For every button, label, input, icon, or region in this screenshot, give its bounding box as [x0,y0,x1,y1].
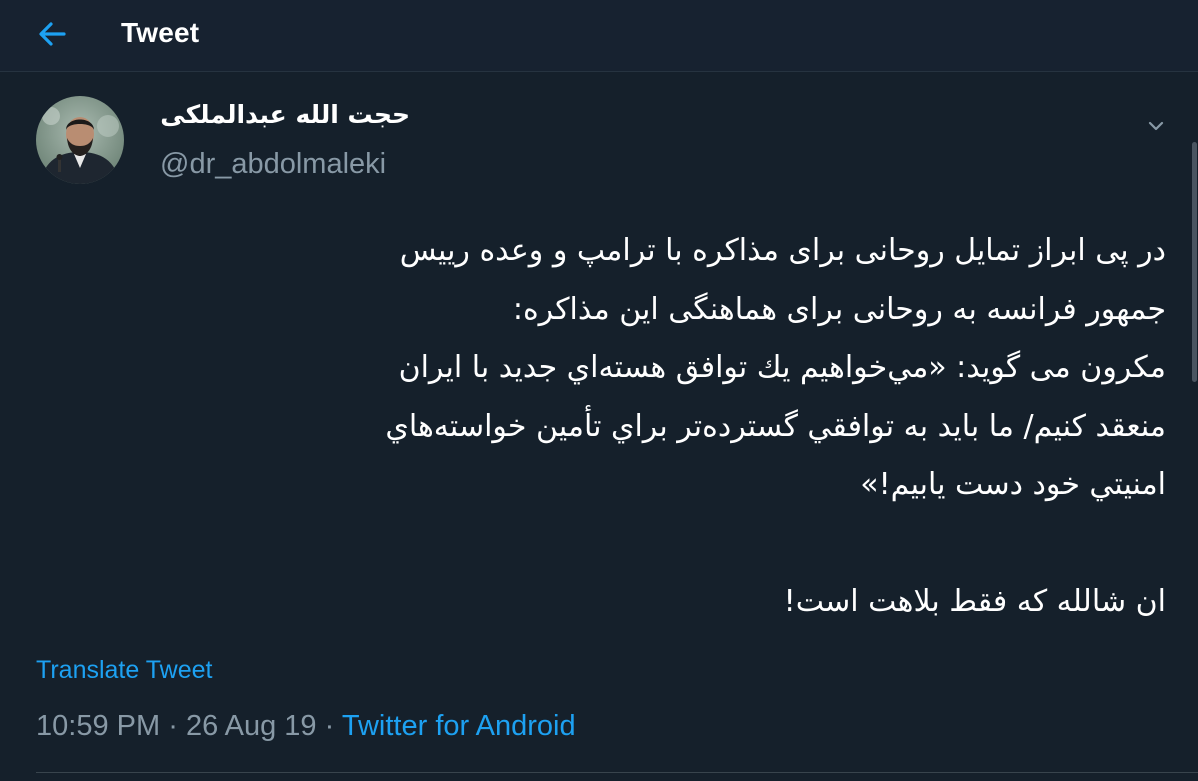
tweet-text-line: در پی ابراز تمایل روحانی برای مذاکره با … [399,233,1166,268]
divider [36,772,1198,773]
tweet-text-line: منعقد كنيم/ ما بايد به توافقي گسترده‌تر … [385,408,1166,444]
tweet-text-line: جمهور فرانسه به روحانی برای هماهنگی این … [512,291,1166,327]
avatar[interactable] [36,96,124,184]
tweet-text-line: ان شالله که فقط بلاهت است! [783,584,1166,619]
page-title: Tweet [121,17,200,48]
tweet-source-link[interactable]: Twitter for Android [342,710,576,742]
tweet-menu-button[interactable] [1140,110,1172,142]
top-app-bar: Tweet [0,0,1198,72]
translate-tweet-link[interactable]: Translate Tweet [36,656,212,685]
meta-separator: · [324,710,335,742]
author-handle[interactable]: @dr_abdolmaleki [160,148,386,181]
arrow-left-icon [39,22,66,46]
author-name[interactable]: حجت الله عبدالملکی [160,100,410,129]
tweet-date: 26 Aug 19 [185,710,317,742]
profile-photo [36,96,124,184]
meta-separator: · [168,710,178,742]
scrollbar[interactable] [1192,142,1197,382]
tweet-time: 10:59 PM [36,710,161,742]
back-button[interactable] [30,14,76,54]
tweet-metadata: 10:59 PM · 26 Aug 19 · Twitter for Andro… [36,710,576,743]
tweet-text-line: امنيتي خود دست يابيم!» [860,467,1166,502]
tweet-text-line: مکرون می گوید: «مي‌خواهيم يك توافق هسته‌… [398,350,1166,385]
chevron-down-icon [1148,121,1164,131]
tweet-text: در پی ابراز تمایل روحانی برای مذاکره با … [36,222,1166,632]
